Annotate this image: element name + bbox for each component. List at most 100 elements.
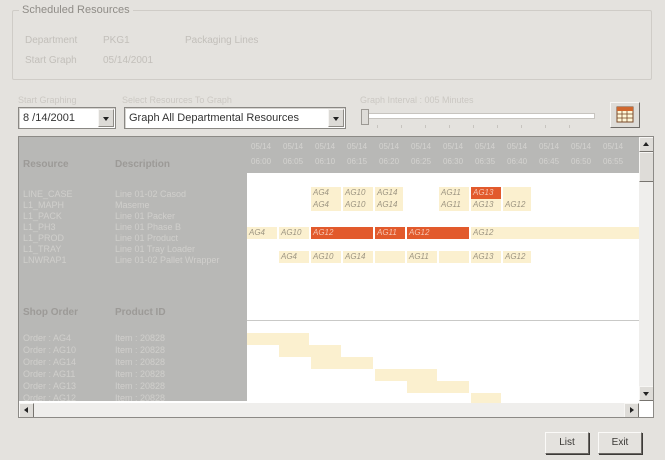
description-header: Description [115, 159, 171, 170]
start-graph-value: 05/14/2001 [103, 55, 154, 66]
order-id[interactable]: Order : AG14 [23, 357, 76, 367]
time-col-time: 06:10 [315, 157, 336, 166]
time-col-time: 06:05 [283, 157, 304, 166]
slider-tick [497, 125, 498, 128]
schedule-bar[interactable]: AG12 [311, 227, 373, 239]
graph-interval-label: Graph Interval : 005 Minutes [360, 95, 474, 105]
scroll-up-icon[interactable] [639, 137, 653, 152]
scroll-right-icon[interactable] [624, 403, 639, 417]
chevron-down-icon[interactable] [98, 109, 114, 127]
schedule-bar[interactable]: AG12 [471, 227, 639, 239]
time-col-time: 06:35 [475, 157, 496, 166]
exit-button[interactable]: Exit [598, 432, 642, 454]
slider-tick [377, 125, 378, 128]
scroll-left-icon[interactable] [19, 403, 34, 417]
schedule-bar[interactable]: AG10 [279, 227, 309, 239]
scheduled-resources-group: Scheduled Resources Department PKG1 Pack… [12, 4, 652, 80]
time-col-time: 06:40 [507, 157, 528, 166]
schedule-bar[interactable]: AG12 [503, 199, 531, 211]
list-button[interactable]: List [545, 432, 589, 454]
time-col-time: 06:15 [347, 157, 368, 166]
order-id[interactable]: Order : AG11 [23, 369, 75, 379]
slider-thumb[interactable] [361, 109, 369, 125]
slider-tick [425, 125, 426, 128]
resource-id[interactable]: L1_PACK [23, 211, 62, 221]
schedule-bar[interactable]: AG13 [471, 199, 501, 211]
order-id[interactable]: Order : AG12 [23, 393, 76, 403]
schedule-grid: Resource Description LINE_CASE Line 01-0… [18, 136, 654, 418]
order-bar[interactable] [279, 345, 341, 357]
schedule-bar[interactable]: AG14 [375, 199, 403, 211]
resource-id[interactable]: LNWRAP1 [23, 255, 67, 265]
order-bar[interactable] [375, 369, 437, 381]
order-bar[interactable] [407, 381, 469, 393]
time-col-date: 05/14 [603, 142, 624, 151]
schedule-bar[interactable]: AG11 [375, 227, 405, 239]
order-id[interactable]: Order : AG13 [23, 381, 76, 391]
schedule-bar[interactable]: AG11 [439, 187, 469, 199]
resource-desc: Maseme [115, 200, 150, 210]
start-graphing-label: Start Graphing [18, 95, 77, 105]
schedule-bar[interactable]: AG10 [343, 187, 373, 199]
time-col-date: 05/14 [347, 142, 368, 151]
slider-tick [569, 125, 570, 128]
order-id[interactable]: Order : AG4 [23, 333, 71, 343]
horizontal-scrollbar[interactable] [19, 403, 639, 417]
order-product: Item : 20828 [115, 369, 166, 379]
time-col-time: 06:00 [251, 157, 272, 166]
time-col-date: 05/14 [411, 142, 432, 151]
schedule-bar[interactable]: AG11 [407, 251, 437, 263]
section-divider [247, 320, 639, 321]
order-product: Item : 20828 [115, 345, 166, 355]
schedule-bar[interactable]: AG4 [311, 199, 341, 211]
product-id-header: Product ID [115, 307, 166, 318]
schedule-bar[interactable]: AG10 [343, 199, 373, 211]
group-title: Scheduled Resources [19, 4, 133, 16]
resource-id[interactable]: L1_PROD [23, 233, 64, 243]
schedule-bar[interactable] [439, 251, 469, 263]
start-graphing-combo[interactable]: 8 /14/2001 [18, 107, 116, 129]
schedule-bar[interactable]: AG4 [311, 187, 341, 199]
order-id[interactable]: Order : AG10 [23, 345, 76, 355]
slider-tick [473, 125, 474, 128]
time-col-time: 06:55 [603, 157, 624, 166]
resource-desc: Line 01 Product [115, 233, 179, 243]
schedule-bar[interactable]: AG4 [279, 251, 309, 263]
schedule-bar[interactable] [503, 187, 531, 199]
schedule-bar[interactable]: AG4 [247, 227, 277, 239]
schedule-bar[interactable]: AG14 [343, 251, 373, 263]
schedule-bar[interactable]: AG12 [407, 227, 469, 239]
schedule-bar[interactable]: AG14 [375, 187, 403, 199]
select-resources-label: Select Resources To Graph [122, 95, 232, 105]
select-resources-combo[interactable]: Graph All Departmental Resources [124, 107, 346, 129]
order-bar[interactable] [311, 357, 373, 369]
resource-id[interactable]: L1_TRAY [23, 244, 61, 254]
order-bar[interactable] [247, 333, 309, 345]
resource-id[interactable]: L1_MAPH [23, 200, 64, 210]
slider-track[interactable] [361, 113, 595, 119]
department-code: PKG1 [103, 35, 130, 46]
resource-id[interactable]: LINE_CASE [23, 189, 73, 199]
schedule-bar[interactable]: AG12 [503, 251, 531, 263]
vertical-scrollbar[interactable] [639, 137, 653, 401]
calendar-button[interactable] [610, 102, 640, 128]
schedule-bar[interactable]: AG10 [311, 251, 341, 263]
time-col-date: 05/14 [379, 142, 400, 151]
scroll-down-icon[interactable] [639, 386, 653, 401]
schedule-bar[interactable]: AG13 [471, 187, 501, 199]
resource-header: Resource [23, 159, 69, 170]
graph-interval-slider[interactable] [357, 107, 597, 131]
time-col-date: 05/14 [539, 142, 560, 151]
resource-desc: Line 01-02 Pallet Wrapper [115, 255, 220, 265]
schedule-bar[interactable]: AG13 [471, 251, 501, 263]
vertical-scroll-thumb[interactable] [639, 152, 653, 182]
chevron-down-icon[interactable] [328, 109, 344, 127]
time-col-date: 05/14 [315, 142, 336, 151]
shop-order-header: Shop Order [23, 307, 79, 318]
schedule-bar[interactable]: AG11 [439, 199, 469, 211]
schedule-bar[interactable] [375, 251, 405, 263]
order-product: Item : 20828 [115, 333, 166, 343]
time-col-date: 05/14 [283, 142, 304, 151]
department-label: Department [25, 35, 78, 46]
resource-id[interactable]: L1_PH3 [23, 222, 56, 232]
